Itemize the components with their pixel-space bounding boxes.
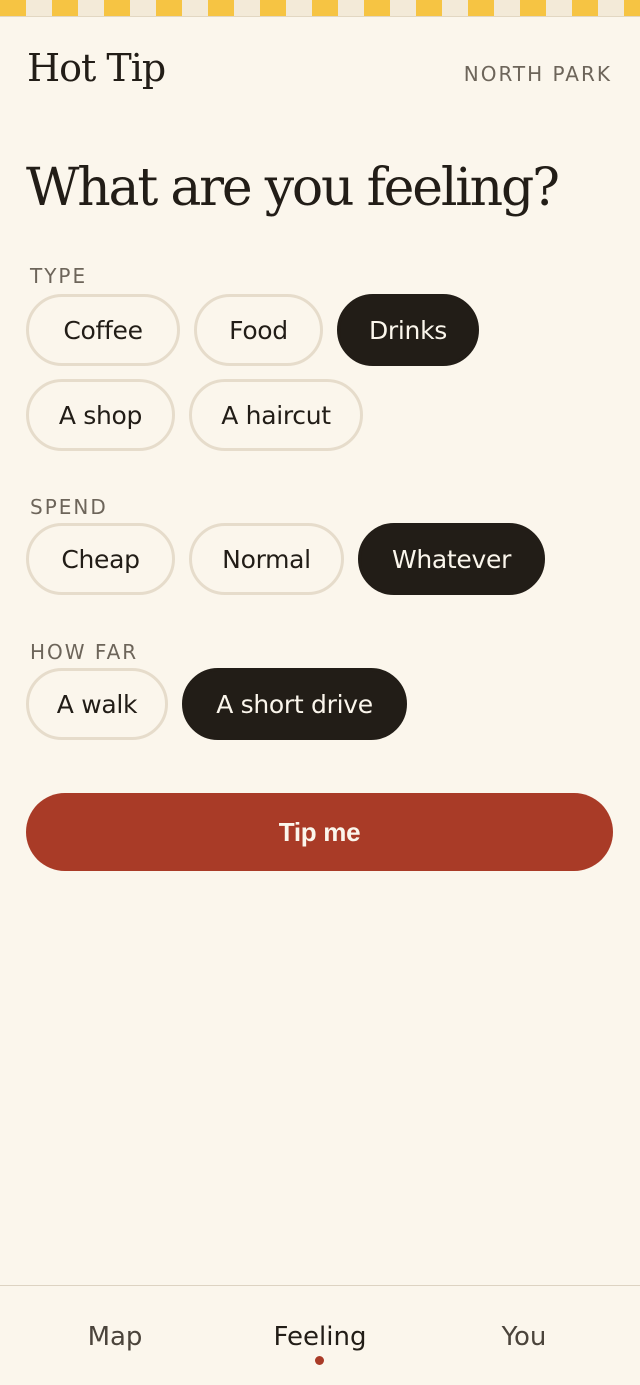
distance-chip-row: A walk A short drive — [26, 668, 407, 740]
chip-type-drinks[interactable]: Drinks — [337, 294, 479, 366]
decorative-stripe-border — [0, 0, 640, 16]
page-title: What are you feeling? — [26, 158, 560, 218]
app-logo-title: Hot Tip — [27, 46, 166, 90]
bottom-nav: Map Feeling You — [0, 1286, 640, 1385]
section-label-how-far: HOW FAR — [30, 640, 139, 664]
section-label-spend: SPEND — [30, 495, 108, 519]
nav-item-map[interactable]: Map — [25, 1319, 205, 1355]
tip-me-button[interactable]: Tip me — [26, 793, 613, 871]
spend-chip-row: Cheap Normal Whatever — [26, 523, 545, 595]
chip-type-shop[interactable]: A shop — [26, 379, 175, 451]
chip-spend-whatever[interactable]: Whatever — [358, 523, 545, 595]
chip-distance-walk[interactable]: A walk — [26, 668, 168, 740]
location-label[interactable]: NORTH PARK — [464, 61, 612, 87]
nav-item-feeling[interactable]: Feeling — [230, 1319, 410, 1355]
stripe-divider — [0, 16, 640, 17]
chip-type-food[interactable]: Food — [194, 294, 323, 366]
chip-spend-normal[interactable]: Normal — [189, 523, 344, 595]
chip-distance-short-drive[interactable]: A short drive — [182, 668, 407, 740]
type-chip-row-2: A shop A haircut — [26, 379, 363, 451]
nav-item-you[interactable]: You — [434, 1319, 614, 1355]
chip-type-coffee[interactable]: Coffee — [26, 294, 180, 366]
chip-type-haircut[interactable]: A haircut — [189, 379, 363, 451]
active-tab-indicator — [315, 1356, 324, 1365]
chip-spend-cheap[interactable]: Cheap — [26, 523, 175, 595]
section-label-type: TYPE — [30, 264, 88, 288]
type-chip-row-1: Coffee Food Drinks — [26, 294, 479, 366]
